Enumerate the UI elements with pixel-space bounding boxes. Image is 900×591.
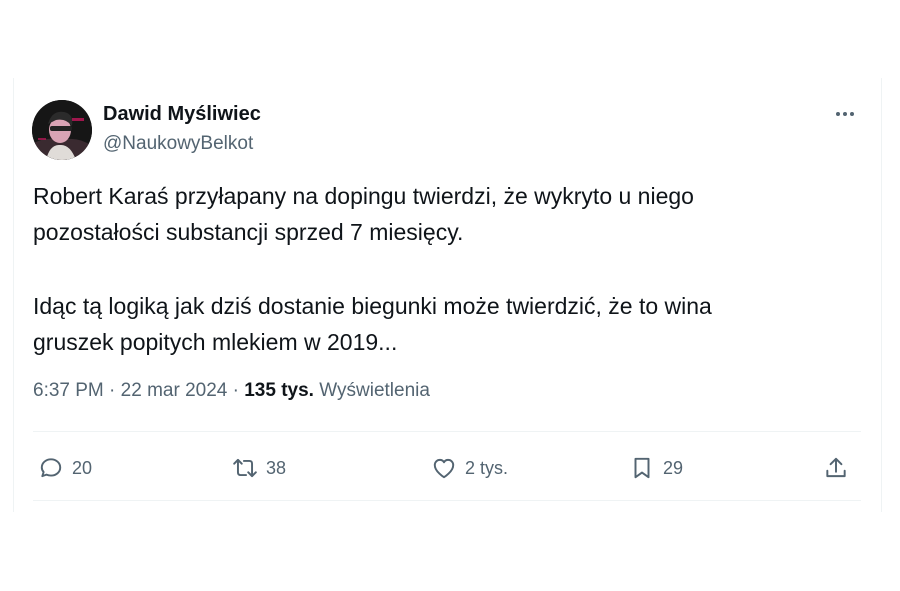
divider <box>33 500 861 501</box>
views-count: 135 tys. <box>244 380 314 401</box>
more-horizontal-icon <box>836 112 854 116</box>
like-count: 2 tys. <box>465 457 509 478</box>
heart-icon <box>433 458 455 479</box>
tweet-card[interactable]: Dawid Myśliwiec @NaukowyBelkot Robert Ka… <box>13 78 882 512</box>
bookmark-count: 29 <box>663 457 684 478</box>
more-options-button[interactable] <box>830 102 860 126</box>
author-name[interactable]: Dawid Myśliwiec <box>103 103 261 126</box>
retweet-button[interactable]: 38 <box>232 448 286 488</box>
reply-count: 20 <box>72 457 93 478</box>
meta-separator: · <box>109 380 116 401</box>
avatar[interactable] <box>32 100 92 160</box>
tweet-line: Robert Karaś przyłapany na dopingu twier… <box>33 183 694 209</box>
retweet-count: 38 <box>266 457 287 478</box>
tweet-date[interactable]: 22 mar 2024 <box>121 380 228 401</box>
tweet-text: Robert Karaś przyłapany na dopingu twier… <box>33 178 833 360</box>
like-button[interactable]: 2 tys. <box>431 448 508 488</box>
action-bar: 20 38 2 tys. 29 <box>14 448 883 488</box>
author-handle[interactable]: @NaukowyBelkot <box>103 133 253 155</box>
views-label: Wyświetlenia <box>319 380 430 401</box>
tweet-line: pozostałości substancji sprzed 7 miesięc… <box>33 219 464 245</box>
meta-separator: · <box>232 380 239 401</box>
retweet-icon <box>233 458 257 478</box>
tweet-time[interactable]: 6:37 PM <box>33 380 104 401</box>
reply-icon <box>40 458 62 478</box>
share-icon <box>826 457 846 478</box>
share-button[interactable] <box>823 448 849 488</box>
tweet-meta: 6:37 PM · 22 mar 2024 · 135 tys. Wyświet… <box>33 380 430 402</box>
avatar-image <box>32 100 92 160</box>
tweet-line: Idąc tą logiką jak dziś dostanie biegunk… <box>33 293 712 319</box>
reply-button[interactable]: 20 <box>38 448 92 488</box>
bookmark-button[interactable]: 29 <box>629 448 683 488</box>
bookmark-icon <box>634 457 650 479</box>
divider <box>33 431 861 432</box>
tweet-line: gruszek popitych mlekiem w 2019... <box>33 329 398 355</box>
